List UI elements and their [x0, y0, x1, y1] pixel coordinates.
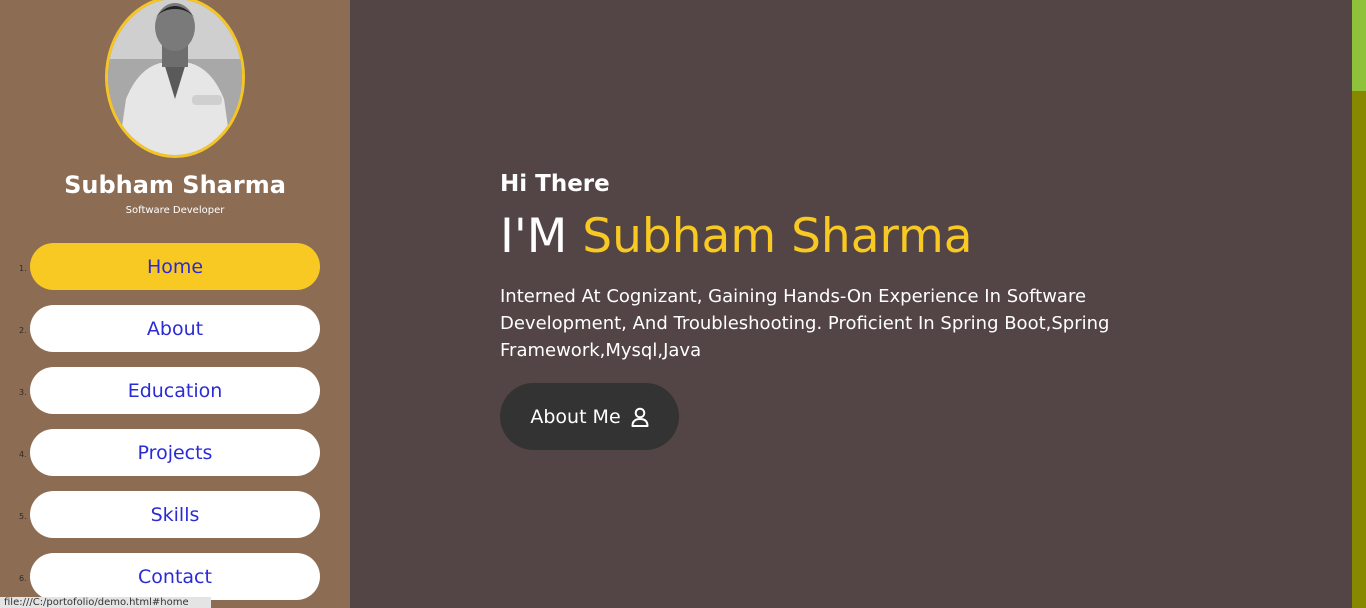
- nav-item-home[interactable]: Home: [30, 243, 320, 290]
- nav-number: 4.: [19, 450, 27, 459]
- sidebar: Subham Sharma Software Developer 1. Home…: [0, 0, 350, 608]
- user-icon: [631, 407, 649, 427]
- nav-number: 3.: [19, 388, 27, 397]
- hero-description: Interned At Cognizant, Gaining Hands-On …: [500, 286, 1110, 361]
- nav-item-education[interactable]: Education: [30, 367, 320, 414]
- scrollbar-thumb[interactable]: [1352, 0, 1366, 91]
- nav-item-projects[interactable]: Projects: [30, 429, 320, 476]
- page-scrollbar[interactable]: [1352, 0, 1366, 608]
- nav-number: 6.: [19, 574, 27, 583]
- profile-name: Subham Sharma: [64, 171, 286, 199]
- about-me-button[interactable]: About Me: [500, 383, 679, 450]
- nav-number: 2.: [19, 326, 27, 335]
- hero-title-prefix: I'M: [500, 209, 568, 264]
- nav-number: 1.: [19, 264, 27, 273]
- profile-role: Software Developer: [125, 205, 225, 216]
- hero-greeting: Hi There: [500, 171, 610, 197]
- profile-photo: [108, 0, 242, 155]
- about-me-label: About Me: [530, 405, 621, 428]
- nav-item-contact[interactable]: Contact: [30, 553, 320, 600]
- hero-title: I'M Subham Sharma: [500, 209, 973, 265]
- hero-title-name: Subham Sharma: [582, 209, 973, 264]
- nav-item-about[interactable]: About: [30, 305, 320, 352]
- browser-status-bar: file:///C:/portofolio/demo.html#home: [0, 597, 211, 608]
- nav-number: 5.: [19, 512, 27, 521]
- profile-avatar: [105, 0, 245, 158]
- nav-item-skills[interactable]: Skills: [30, 491, 320, 538]
